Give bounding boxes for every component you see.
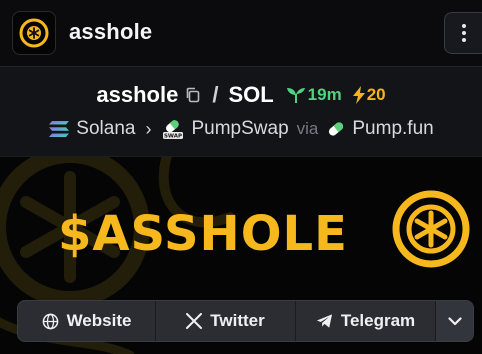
- telegram-button[interactable]: Telegram: [296, 301, 436, 341]
- base-symbol: asshole: [96, 82, 179, 107]
- token-logo: [12, 11, 56, 55]
- boost-count-value: 20: [366, 85, 386, 104]
- globe-icon: [42, 313, 58, 329]
- dex-name[interactable]: PumpSwap: [191, 118, 288, 140]
- pair-age-value: 19m: [307, 85, 342, 104]
- token-title: asshole: [69, 19, 153, 44]
- telegram-icon: [316, 314, 332, 328]
- banner-title: $ASSHOLE: [58, 206, 348, 262]
- twitter-button[interactable]: Twitter: [156, 301, 296, 341]
- lightning-icon: [352, 86, 365, 104]
- chain-name[interactable]: Solana: [76, 118, 135, 140]
- banner-logo-icon: [392, 190, 470, 268]
- pair-age: 19m: [286, 85, 342, 105]
- via-label: via: [296, 119, 319, 138]
- more-links-button[interactable]: [436, 301, 473, 341]
- copy-icon[interactable]: [184, 86, 202, 104]
- twitter-label: Twitter: [210, 311, 265, 330]
- website-button[interactable]: Website: [18, 301, 156, 341]
- website-label: Website: [66, 311, 132, 330]
- svg-text:SWAP: SWAP: [164, 134, 182, 140]
- pair-row: asshole / SOL 19m 20: [0, 80, 482, 110]
- chain-breadcrumb: Solana › SWAP PumpSwap via Pump.fun: [0, 116, 482, 142]
- chevron-down-icon: [447, 316, 462, 325]
- solana-icon: [49, 121, 70, 137]
- more-vertical-icon: [462, 24, 466, 42]
- telegram-label: Telegram: [340, 311, 416, 330]
- quote-symbol: SOL: [228, 82, 274, 107]
- x-logo-icon: [186, 313, 203, 329]
- seedling-icon: [286, 88, 305, 103]
- asshole-logo-icon: [19, 18, 49, 48]
- more-options-button[interactable]: [444, 12, 482, 54]
- pumpfun-pill-icon: [329, 122, 344, 136]
- chevron-right-icon: ›: [145, 118, 152, 139]
- pair-separator: /: [212, 82, 219, 107]
- token-header: asshole: [0, 0, 482, 67]
- launchpad-name[interactable]: Pump.fun: [352, 118, 433, 140]
- pumpswap-icon: SWAP: [163, 120, 184, 140]
- social-links-bar: Website Twitter Telegram: [17, 300, 474, 342]
- boost-count[interactable]: 20: [352, 85, 386, 105]
